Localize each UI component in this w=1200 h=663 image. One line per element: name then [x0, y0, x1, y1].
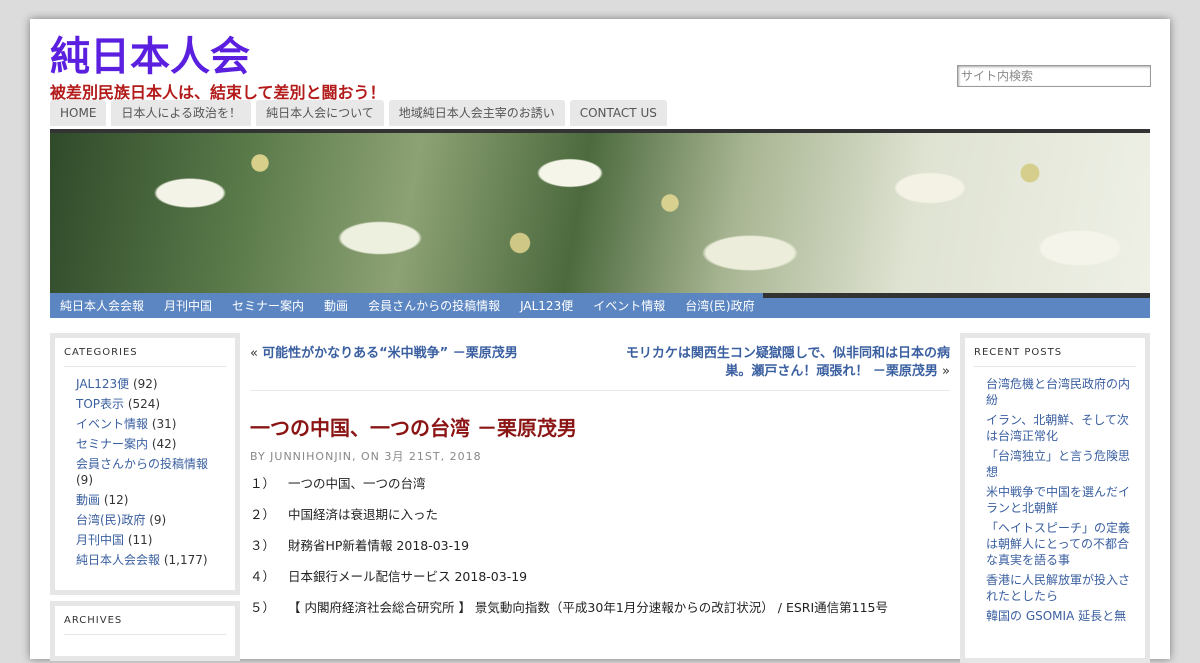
category-link[interactable]: 動画 [76, 493, 100, 507]
post-line-number: ２） [250, 507, 276, 522]
category-nav-item[interactable]: 純日本人会会報 [50, 297, 154, 315]
category-nav-dark-strip [763, 293, 1150, 298]
recent-post-link[interactable]: 「ヘイトスピーチ」の定義は朝鮮人にとっての不都合な真実を語る事 [986, 520, 1134, 568]
category-count: (12) [103, 493, 129, 507]
category-nav-item[interactable]: 月刊中国 [154, 297, 222, 315]
post-line: ３） 財務省HP新着情報 2018-03-19 [250, 537, 950, 555]
nav-tab-contact[interactable]: CONTACT US [569, 100, 667, 126]
nav-tab-politics[interactable]: 日本人による政治を！ [111, 100, 252, 126]
category-count: (524) [127, 397, 161, 411]
post-line-text: 財務省HP新着情報 2018-03-19 [288, 538, 470, 553]
post-title[interactable]: 一つの中国、一つの台湾 －栗原茂男 [250, 412, 577, 441]
post-line-number: １） [250, 476, 276, 491]
site-title[interactable]: 純日本人会 [50, 33, 250, 81]
category-count: (9) [76, 473, 93, 487]
post-line: ２） 中国経済は衰退期に入った [250, 506, 950, 524]
category-nav-item[interactable]: イベント情報 [583, 297, 675, 315]
next-post-nav: モリカケは関西生コン疑獄隠しで、似非同和は日本の病巣。瀬戸さん！頑張れ！ －栗原… [590, 345, 950, 381]
post-line: １） 一つの中国、一つの台湾 [250, 475, 950, 493]
page-container: 純日本人会 被差別民族日本人は、結束して差別と闘おう！ HOME日本人による政治… [30, 19, 1170, 663]
recent-posts-list: 台湾危機と台湾民政府の内紛 イラン、北朝鮮、そして次は台湾正常化 「台湾独立」と… [965, 367, 1145, 624]
recent-post-link[interactable]: 米中戦争で中国を選んだイランと北朝鮮 [986, 484, 1134, 516]
post-line-text: 一つの中国、一つの台湾 [288, 476, 426, 491]
category-link[interactable]: 会員さんからの投稿情報 [76, 457, 208, 471]
category-item: イベント情報 (31) [76, 416, 216, 432]
top-navigation: HOME 日本人による政治を！ 純日本人会について 地域純日本人会主宰のお誘い CONT… [50, 100, 672, 128]
previous-arrow: « [250, 346, 258, 361]
post-line-text: 【 内閣府経済社会総合研究所 】 景気動向指数（平成30年1月分速報からの改訂状… [288, 600, 889, 615]
post-line: ４） 日本銀行メール配信サービス 2018-03-19 [250, 568, 950, 586]
nav-tab-invitation[interactable]: 地域純日本人会主宰のお誘い [388, 100, 565, 126]
recent-post-link[interactable]: 香港に人民解放軍が投入されたとしたら [986, 572, 1134, 604]
category-link[interactable]: 月刊中国 [76, 533, 124, 547]
categories-widget: CATEGORIES JAL123便 (92) TOP表示 (524) イベント… [50, 333, 240, 595]
post-line-number: ４） [250, 569, 276, 584]
category-count: (1,177) [163, 553, 208, 567]
next-arrow: » [942, 364, 950, 379]
recent-post-link[interactable]: 韓国の GSOMIA 延長と無 [986, 608, 1134, 624]
category-nav-item[interactable]: 台湾(民)政府 [675, 297, 764, 315]
post-meta: BY JUNNIHONJIN, ON 3月 21ST, 2018 [250, 450, 482, 463]
category-item: JAL123便 (92) [76, 376, 216, 392]
next-post-link-line2: 巣。瀬戸さん！頑張れ！ －栗原茂男 [725, 364, 938, 379]
category-item: 純日本人会会報 (1,177) [76, 552, 216, 568]
category-count: (92) [132, 377, 158, 391]
category-item: 台湾(民)政府 (9) [76, 512, 216, 528]
category-link[interactable]: イベント情報 [76, 417, 148, 431]
post-nav-divider [250, 390, 950, 391]
post-line: ５） 【 内閣府経済社会総合研究所 】 景気動向指数（平成30年1月分速報からの改… [250, 599, 950, 617]
category-link[interactable]: JAL123便 [76, 377, 129, 391]
category-link[interactable]: 台湾(民)政府 [76, 513, 145, 527]
post-line-text: 日本銀行メール配信サービス 2018-03-19 [288, 569, 528, 584]
next-post-link-line1: モリカケは関西生コン疑獄隠しで、似非同和は日本の病 [625, 346, 950, 361]
post-body: １） 一つの中国、一つの台湾 ２） 中国経済は衰退期に入った ３） 財務省HP新着情報… [250, 475, 950, 630]
category-item: セミナー案内 (42) [76, 436, 216, 452]
category-nav-item[interactable]: セミナー案内 [222, 297, 314, 315]
recent-posts-widget: RECENT POSTS 台湾危機と台湾民政府の内紛 イラン、北朝鮮、そして次は… [960, 333, 1150, 663]
recent-post-link[interactable]: イラン、北朝鮮、そして次は台湾正常化 [986, 412, 1134, 444]
category-link[interactable]: セミナー案内 [76, 437, 148, 451]
header-banner-image [50, 133, 1150, 293]
search-input[interactable] [957, 65, 1151, 87]
recent-post-link[interactable]: 台湾危機と台湾民政府の内紛 [986, 376, 1134, 408]
category-count: (31) [151, 417, 177, 431]
post-line-number: ３） [250, 538, 276, 553]
category-nav-item[interactable]: 会員さんからの投稿情報 [358, 297, 510, 315]
archives-widget: ARCHIVES [50, 601, 240, 661]
post-line-number: ５） [250, 600, 276, 615]
category-count: (42) [151, 437, 177, 451]
category-navigation: 純日本人会会報 月刊中国 セミナー案内 動画 会員さんからの投稿情報 JAL123便 イベン… [50, 295, 765, 315]
recent-posts-title: RECENT POSTS [974, 338, 1136, 367]
previous-post-nav: « 可能性がかなりある“米中戦争” －栗原茂男 [250, 345, 518, 363]
nav-tab-about[interactable]: 純日本人会について [256, 100, 384, 126]
category-item: 月刊中国 (11) [76, 532, 216, 548]
archives-title: ARCHIVES [64, 606, 226, 635]
category-nav-item[interactable]: 動画 [314, 297, 358, 315]
category-item: TOP表示 (524) [76, 396, 216, 412]
next-post-link[interactable]: モリカケは関西生コン疑獄隠しで、似非同和は日本の病巣。瀬戸さん！頑張れ！ －栗原… [626, 346, 950, 379]
category-item: 会員さんからの投稿情報 (9) [76, 456, 216, 488]
category-count: (11) [127, 533, 153, 547]
recent-post-link[interactable]: 「台湾独立」と言う危険思想 [986, 448, 1134, 480]
post-line-text: 中国経済は衰退期に入った [288, 507, 439, 522]
category-link[interactable]: TOP表示 [76, 397, 124, 411]
categories-title: CATEGORIES [64, 338, 226, 367]
nav-tab-home[interactable]: HOME [50, 100, 107, 126]
previous-post-link[interactable]: 可能性がかなりある“米中戦争” －栗原茂男 [262, 346, 518, 361]
categories-list: JAL123便 (92) TOP表示 (524) イベント情報 (31) セミナ… [55, 367, 235, 568]
category-item: 動画 (12) [76, 492, 216, 508]
category-nav-item[interactable]: JAL123便 [510, 297, 583, 315]
category-count: (9) [149, 513, 167, 527]
category-link[interactable]: 純日本人会会報 [76, 553, 160, 567]
